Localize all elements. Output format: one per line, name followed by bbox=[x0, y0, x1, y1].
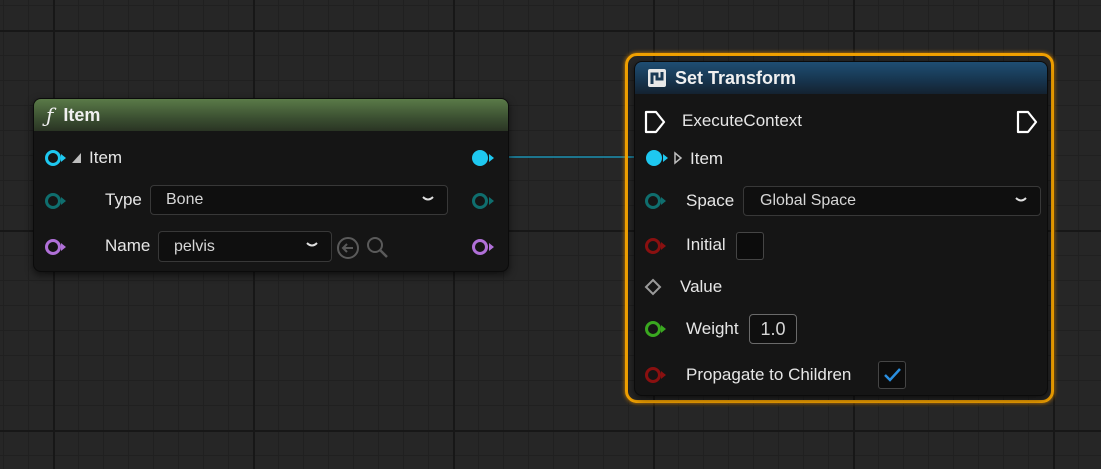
item-node[interactable]: ƒ Item Item Type Bone Name pelvis bbox=[33, 98, 509, 272]
item-input-pin-icon[interactable] bbox=[44, 149, 68, 167]
name-input-pin-icon[interactable] bbox=[44, 238, 68, 256]
expand-triangle-icon[interactable] bbox=[673, 151, 683, 165]
chevron-down-icon bbox=[422, 196, 434, 201]
use-selected-icon[interactable] bbox=[336, 236, 360, 260]
propagate-input-pin-icon[interactable] bbox=[644, 366, 668, 384]
rig-unit-icon bbox=[648, 69, 666, 87]
function-icon: ƒ bbox=[46, 103, 54, 127]
name-label: Name bbox=[105, 236, 151, 255]
item-pin-label: Item bbox=[89, 148, 123, 167]
value-label: Value bbox=[680, 277, 723, 296]
type-input-pin-icon[interactable] bbox=[44, 192, 68, 210]
item-input-pin-icon[interactable] bbox=[644, 149, 670, 167]
type-dropdown[interactable]: Bone bbox=[150, 185, 448, 215]
space-dropdown[interactable]: Global Space bbox=[743, 186, 1041, 216]
space-dropdown-value: Global Space bbox=[760, 192, 857, 209]
set-transform-node[interactable]: Set Transform ExecuteContext Item Space … bbox=[634, 61, 1048, 396]
name-dropdown-value: pelvis bbox=[174, 237, 215, 255]
type-dropdown-value: Bone bbox=[166, 191, 204, 208]
initial-label: Initial bbox=[686, 235, 726, 254]
set-transform-header[interactable]: Set Transform bbox=[635, 62, 1047, 94]
chevron-down-icon bbox=[1015, 197, 1027, 202]
type-label: Type bbox=[105, 190, 142, 209]
set-transform-title: Set Transform bbox=[675, 67, 797, 88]
browse-search-icon[interactable] bbox=[365, 235, 391, 261]
item-pin-label: Item bbox=[690, 149, 724, 168]
weight-label: Weight bbox=[686, 319, 739, 338]
weight-input-pin-icon[interactable] bbox=[644, 320, 668, 338]
space-input-pin-icon[interactable] bbox=[644, 192, 668, 210]
value-pin-diamond-icon[interactable] bbox=[644, 278, 662, 296]
type-output-pin-icon[interactable] bbox=[470, 192, 496, 210]
name-dropdown[interactable]: pelvis bbox=[158, 231, 332, 262]
propagate-label: Propagate to Children bbox=[686, 365, 852, 384]
weight-input[interactable]: 1.0 bbox=[749, 314, 797, 344]
collapse-triangle-icon[interactable] bbox=[71, 152, 83, 164]
weight-value: 1.0 bbox=[760, 318, 786, 339]
checkmark-icon bbox=[884, 368, 901, 382]
execute-context-label: ExecuteContext bbox=[682, 111, 803, 130]
initial-input-pin-icon[interactable] bbox=[644, 237, 668, 255]
name-output-pin-icon[interactable] bbox=[470, 238, 496, 256]
chevron-down-icon bbox=[306, 242, 318, 247]
initial-checkbox[interactable] bbox=[736, 232, 764, 260]
exec-input-pin-icon[interactable] bbox=[644, 110, 666, 134]
propagate-checkbox[interactable] bbox=[878, 361, 906, 389]
exec-output-pin-icon[interactable] bbox=[1016, 110, 1038, 134]
item-output-pin-icon[interactable] bbox=[470, 149, 496, 167]
item-node-header[interactable]: ƒ Item bbox=[34, 99, 508, 131]
space-label: Space bbox=[686, 191, 735, 210]
item-node-title: Item bbox=[63, 104, 101, 125]
